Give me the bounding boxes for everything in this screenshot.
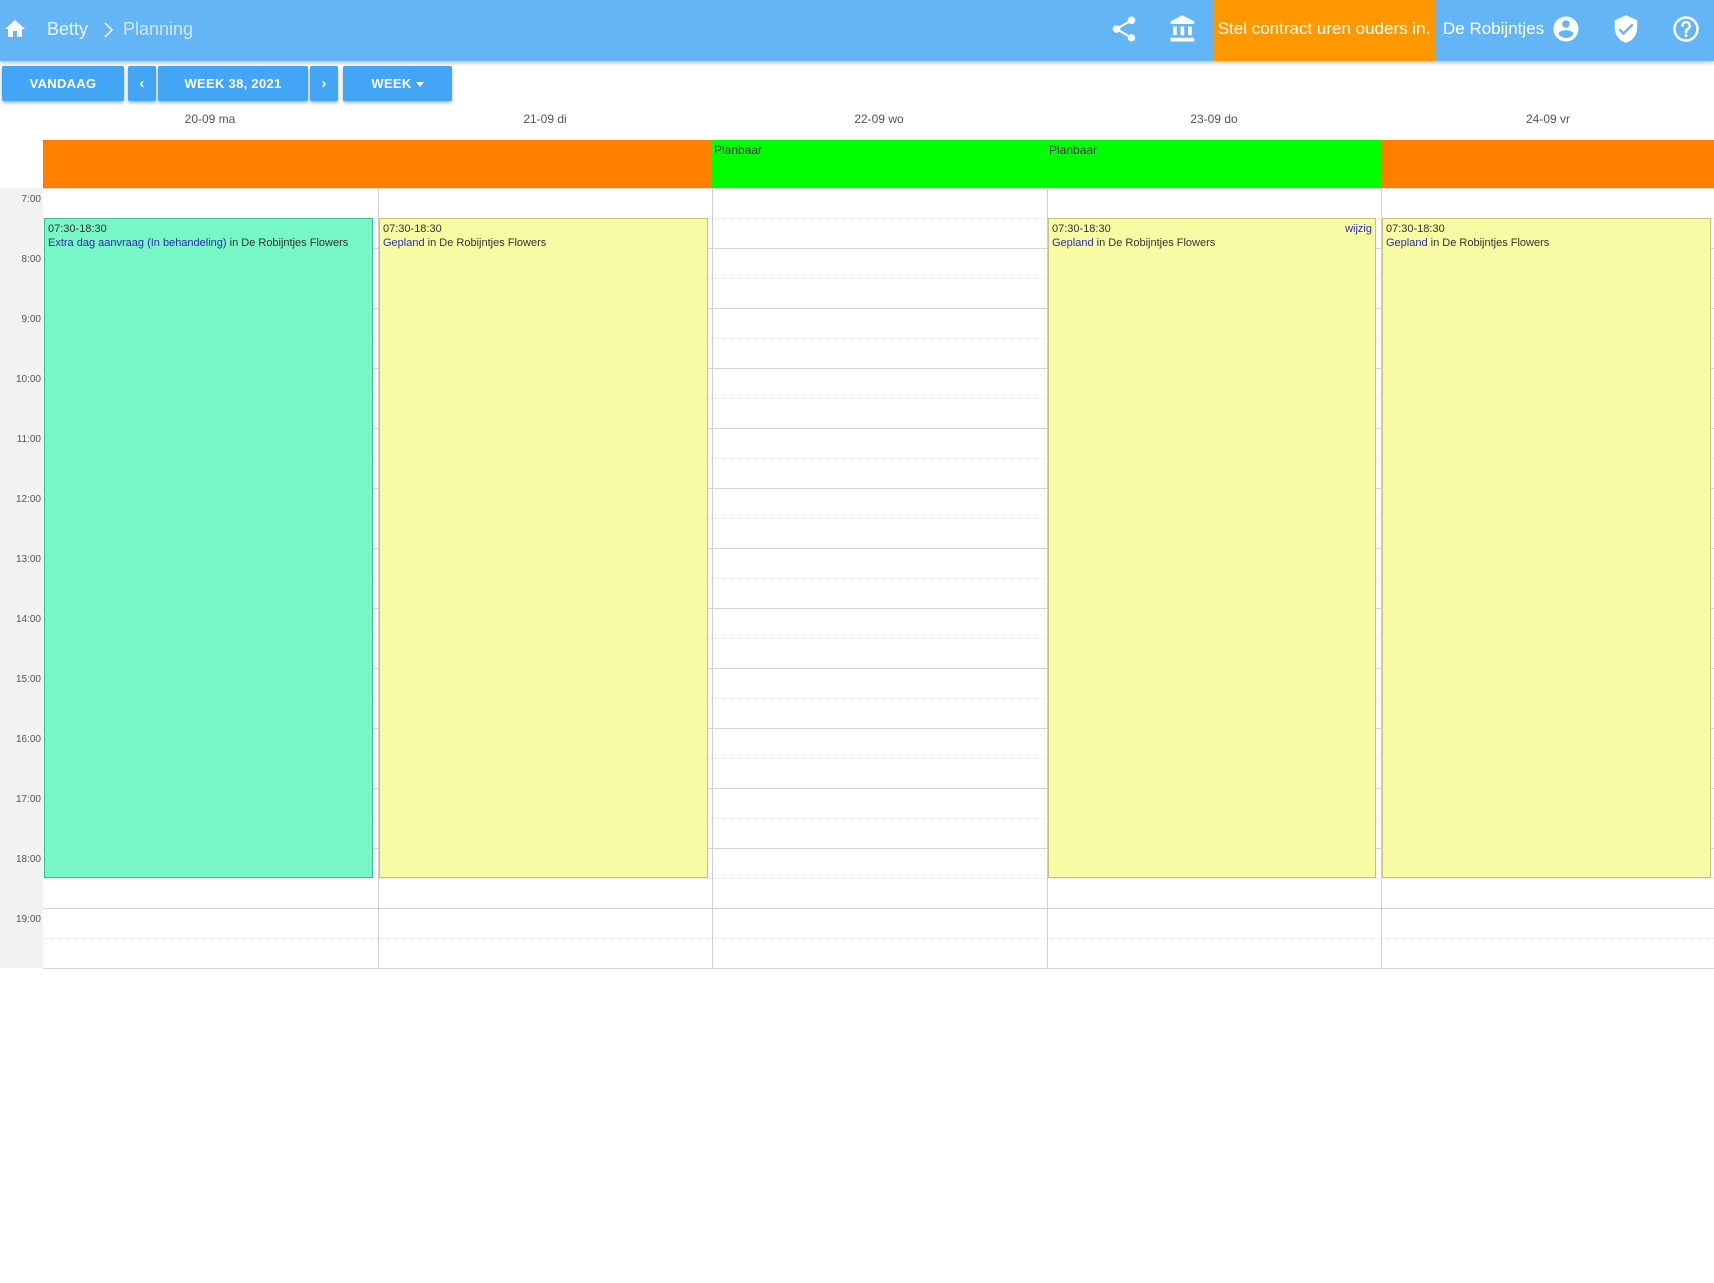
breadcrumb-page: Planning — [123, 19, 194, 39]
caret-down-icon — [415, 82, 424, 88]
hour-label: 10:00 — [15, 374, 41, 385]
event-description: Extra dag aanvraag (In behandeling) in D… — [48, 236, 369, 250]
grid-line — [43, 188, 1714, 189]
hour-label: 7:00 — [21, 194, 41, 205]
chevron-right-icon — [104, 22, 114, 38]
allday-availability[interactable]: Planbaar — [1047, 140, 1381, 188]
breadcrumb-user[interactable]: Betty — [47, 19, 88, 40]
calendar-event[interactable]: 07:30-18:30 Gepland in De Robijntjes Flo… — [1048, 218, 1376, 878]
day-header: 20-09 ma — [184, 112, 236, 126]
event-location: in De Robijntjes Flowers — [1093, 237, 1216, 249]
day-divider — [712, 188, 713, 968]
event-status: Gepland — [1052, 237, 1094, 249]
availability-label: Planbaar — [714, 143, 763, 157]
hour-label: 17:00 — [15, 794, 41, 805]
bank-icon[interactable] — [1168, 14, 1198, 44]
calendar-event[interactable]: 07:30-18:30 Gepland in De Robijntjes Flo… — [379, 218, 708, 878]
allday-availability[interactable]: Planbaar — [712, 140, 1047, 188]
day-header: 23-09 do — [1190, 112, 1238, 126]
edit-event-link[interactable]: wijzig — [1345, 222, 1372, 236]
hour-label: 8:00 — [21, 254, 41, 265]
hour-label: 14:00 — [15, 614, 41, 625]
event-time: 07:30-18:30 — [1052, 223, 1111, 235]
event-time: 07:30-18:30 — [1386, 223, 1445, 235]
event-description: Gepland in De Robijntjes Flowers — [383, 236, 704, 250]
hour-label: 16:00 — [15, 734, 41, 745]
event-description: Gepland in De Robijntjes Flowers — [1052, 236, 1372, 250]
week-picker-button[interactable]: WEEK 38, 2021 — [158, 66, 308, 101]
contract-hours-button[interactable]: Stel contract uren ouders in. — [1213, 0, 1435, 61]
home-icon[interactable] — [3, 17, 27, 41]
event-time: 07:30-18:30 — [48, 223, 107, 235]
shield-check-icon[interactable] — [1611, 14, 1641, 44]
allday-availability[interactable] — [1381, 140, 1714, 188]
event-status: Gepland — [1386, 237, 1428, 249]
event-time: 07:30-18:30 — [383, 223, 442, 235]
hour-label: 19:00 — [15, 914, 41, 925]
grid-line — [43, 908, 1714, 909]
day-header: 22-09 wo — [854, 112, 904, 126]
view-select-button[interactable]: WEEK — [343, 66, 452, 101]
allday-availability[interactable] — [43, 140, 378, 188]
event-location: in De Robijntjes Flowers — [424, 237, 547, 249]
event-location: in De Robijntjes Flowers — [226, 237, 349, 249]
day-header: 21-09 di — [523, 112, 567, 126]
hour-label: 15:00 — [15, 674, 41, 685]
calendar-event[interactable]: 07:30-18:30 Gepland in De Robijntjes Flo… — [1382, 218, 1711, 878]
hour-label: 13:00 — [15, 554, 41, 565]
calendar-event[interactable]: 07:30-18:30 Extra dag aanvraag (In behan… — [44, 218, 373, 878]
grid-line — [43, 878, 1714, 879]
grid-line — [43, 968, 1714, 969]
top-app-bar: Betty Planning Stel contract uren ouders… — [0, 0, 1714, 61]
today-button[interactable]: VANDAAG — [2, 66, 124, 101]
availability-label: Planbaar — [1049, 143, 1098, 157]
next-week-button[interactable]: › — [310, 66, 338, 101]
day-header: 24-09 vr — [1525, 112, 1571, 126]
previous-week-button[interactable]: ‹ — [128, 66, 156, 101]
time-gutter: 7:00 8:00 9:00 10:00 11:00 12:00 13:00 1… — [0, 188, 43, 968]
hour-label: 11:00 — [16, 434, 41, 445]
event-description: Gepland in De Robijntjes Flowers — [1386, 236, 1707, 250]
hour-label: 9:00 — [21, 314, 41, 325]
allday-availability[interactable] — [378, 140, 712, 188]
event-location: in De Robijntjes Flowers — [1427, 237, 1550, 249]
share-icon[interactable] — [1109, 14, 1139, 44]
hour-label: 18:00 — [15, 854, 41, 865]
organization-name[interactable]: De Robijntjes — [1443, 19, 1544, 39]
event-status: Extra dag aanvraag (In behandeling) — [48, 237, 227, 249]
grid-line — [43, 938, 1714, 939]
hour-label: 12:00 — [15, 494, 41, 505]
help-icon[interactable] — [1671, 14, 1701, 44]
event-status: Gepland — [383, 237, 425, 249]
account-icon[interactable] — [1551, 14, 1581, 44]
view-select-label: WEEK — [371, 76, 412, 91]
